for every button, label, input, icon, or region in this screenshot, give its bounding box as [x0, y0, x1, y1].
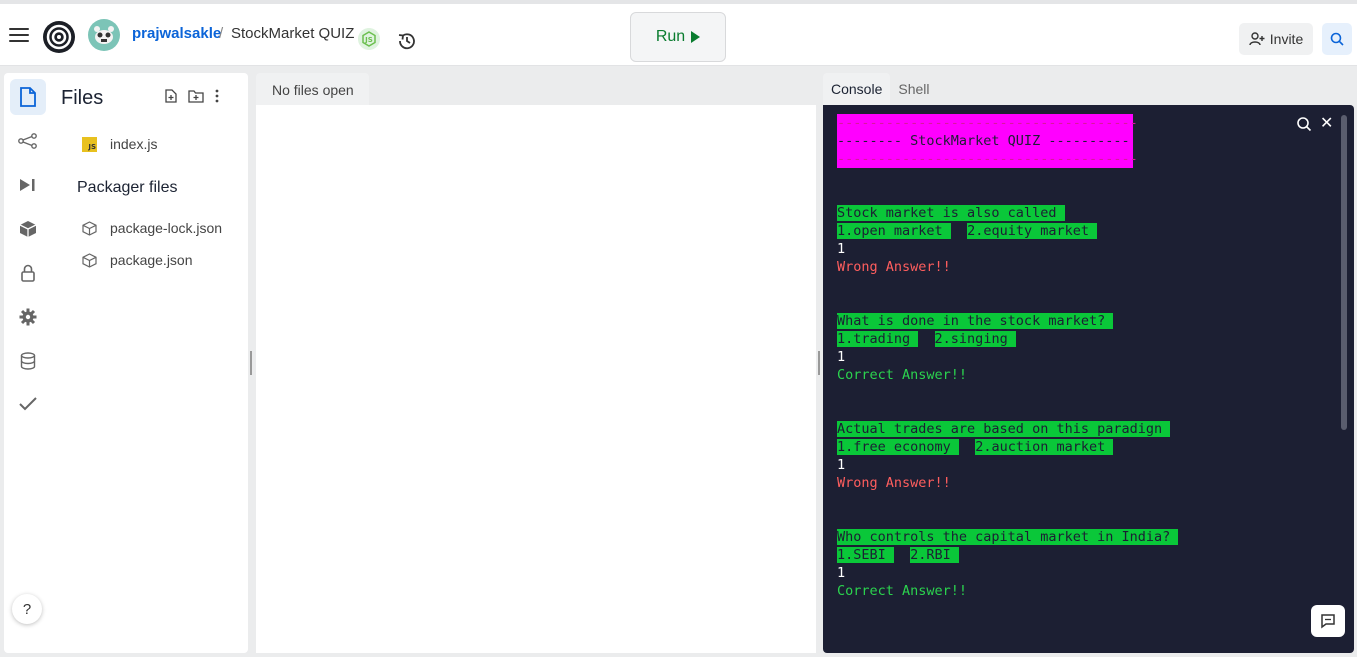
add-user-icon: [1249, 32, 1265, 46]
debugger-icon: [20, 179, 35, 191]
option-2: 2.equity market: [967, 223, 1098, 239]
result-text: Correct Answer!!: [837, 583, 968, 599]
chat-icon: [1321, 614, 1335, 629]
rail-database[interactable]: [10, 343, 46, 379]
svg-text:JS: JS: [364, 36, 373, 44]
rail-secrets[interactable]: [10, 255, 46, 291]
option-2: 2.RBI: [910, 547, 959, 563]
files-panel: Files JS index.js Packager files package…: [4, 73, 248, 653]
resize-handle[interactable]: [818, 351, 820, 375]
search-icon: [1330, 32, 1344, 46]
console-header-title: -------- StockMarket QUIZ ----------: [837, 132, 1133, 150]
menu-icon[interactable]: [9, 28, 29, 42]
files-title: Files: [61, 87, 104, 109]
file-item[interactable]: package.json: [82, 252, 193, 268]
check-icon: [19, 397, 37, 411]
question-text: Who controls the capital market in India…: [837, 529, 1179, 545]
console-scrollbar[interactable]: [1341, 115, 1347, 430]
share-icon: [18, 133, 37, 149]
rail-checks[interactable]: [10, 386, 46, 422]
top-bar: prajwalsakle / StockMarket QUIZ JS Run I…: [0, 0, 1357, 66]
option-1: 1.trading: [837, 331, 919, 347]
file-icon: [20, 87, 36, 107]
breadcrumb-separator: /: [219, 25, 224, 42]
lock-icon: [21, 264, 35, 282]
more-options-icon[interactable]: [214, 89, 220, 103]
feedback-button[interactable]: [1311, 605, 1345, 637]
project-name[interactable]: StockMarket QUIZ: [231, 25, 354, 42]
cube-icon: [82, 252, 97, 268]
run-label: Run: [655, 28, 686, 45]
new-file-icon[interactable]: [164, 89, 178, 103]
gear-icon: [19, 308, 37, 326]
question-text: Actual trades are based on this paradign: [837, 421, 1171, 437]
console-output[interactable]: ------------------------------------- --…: [823, 105, 1354, 653]
tab-console[interactable]: Console: [823, 73, 891, 105]
replit-logo[interactable]: [42, 20, 76, 54]
invite-button[interactable]: Invite: [1239, 23, 1313, 55]
packages-icon: [19, 221, 37, 237]
close-icon[interactable]: ✕: [1320, 113, 1333, 133]
username-link[interactable]: prajwalsakle: [132, 25, 221, 42]
file-item[interactable]: package-lock.json: [82, 220, 222, 236]
file-name: package-lock.json: [110, 220, 223, 236]
option-2: 2.auction market: [975, 439, 1114, 455]
rail-packages[interactable]: [10, 211, 46, 247]
new-folder-icon[interactable]: [188, 89, 204, 103]
file-name: index.js: [110, 136, 158, 152]
option-1: 1.SEBI: [837, 547, 894, 563]
user-answer: 1: [837, 349, 846, 365]
history-icon[interactable]: [396, 30, 418, 52]
option-2: 2.singing: [934, 331, 1016, 347]
console-header-line: -------------------------------------: [837, 114, 1138, 132]
editor-tab[interactable]: No files open: [256, 73, 369, 106]
rail-share[interactable]: [10, 123, 46, 159]
result-text: Correct Answer!!: [837, 367, 968, 383]
cube-icon: [82, 220, 97, 236]
help-button[interactable]: ?: [12, 594, 42, 624]
js-icon: JS: [82, 136, 97, 152]
nodejs-icon[interactable]: JS: [358, 28, 380, 50]
search-button[interactable]: [1322, 23, 1352, 55]
file-tools: [164, 89, 220, 103]
question-text: Stock market is also called: [837, 205, 1065, 221]
file-name: package.json: [110, 252, 193, 268]
user-answer: 1: [837, 241, 846, 257]
result-text: Wrong Answer!!: [837, 475, 951, 491]
question-text: What is done in the stock market?: [837, 313, 1114, 329]
editor-pane[interactable]: [256, 105, 816, 653]
user-answer: 1: [837, 457, 846, 473]
rail-files[interactable]: [10, 79, 46, 115]
avatar[interactable]: [88, 19, 120, 51]
console-tabs: Console Shell: [823, 73, 938, 105]
console-header-line: -------------------------------------: [837, 150, 1138, 168]
database-icon: [20, 352, 36, 370]
option-1: 1.open market: [837, 223, 951, 239]
result-text: Wrong Answer!!: [837, 259, 951, 275]
rail-debugger[interactable]: [10, 167, 46, 203]
packager-files-heading: Packager files: [77, 179, 178, 196]
invite-label: Invite: [1269, 31, 1304, 47]
console-search-icon[interactable]: [1296, 116, 1312, 132]
user-answer: 1: [837, 565, 846, 581]
resize-handle[interactable]: [250, 351, 252, 375]
tab-shell[interactable]: Shell: [890, 73, 937, 105]
run-button[interactable]: Run: [630, 12, 726, 62]
play-icon: [691, 31, 701, 43]
console-text: ------------------------------------- --…: [837, 114, 1179, 600]
option-1: 1.free economy: [837, 439, 959, 455]
file-item[interactable]: JS index.js: [82, 136, 157, 152]
rail-settings[interactable]: [10, 299, 46, 335]
